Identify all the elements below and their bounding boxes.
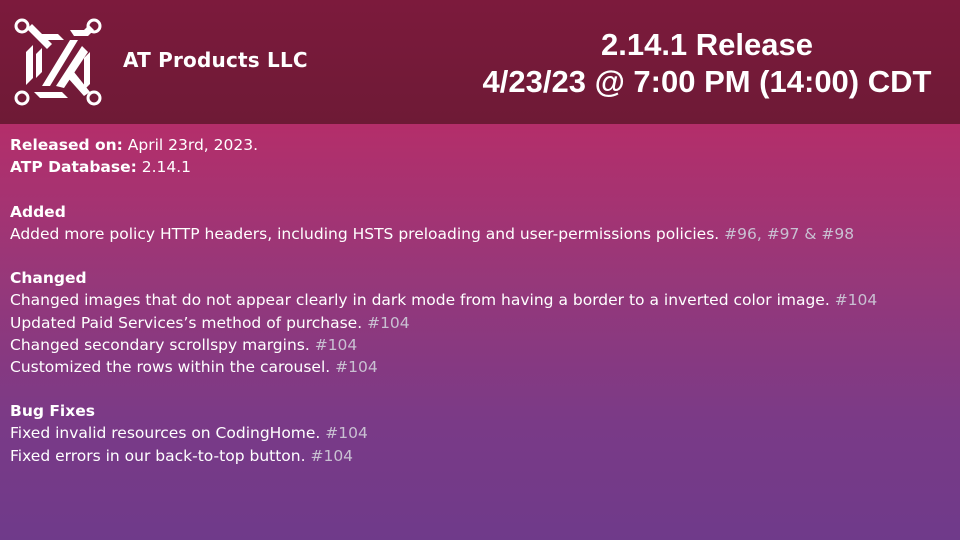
item-text: Fixed errors in our back-to-top button. (10, 446, 311, 465)
list-item: Customized the rows within the carousel.… (10, 356, 950, 378)
added-heading: Added (10, 202, 66, 221)
released-on-label: Released on: (10, 136, 123, 154)
at-products-logo-icon (14, 18, 102, 106)
release-title: 2.14.1 Release (600, 27, 813, 62)
item-text: Changed images that do not appear clearl… (10, 291, 835, 310)
issue-reference: #104 (325, 424, 368, 443)
header-banner: AT Products LLC 2.14.1 Release 4/23/23 @… (0, 0, 960, 124)
issue-reference: #104 (367, 313, 410, 332)
released-on-line: Released on: April 23rd, 2023. (10, 134, 950, 156)
database-version-line: ATP Database: 2.14.1 (10, 156, 950, 178)
item-text: Customized the rows within the carousel. (10, 357, 336, 376)
list-item: Updated Paid Services’s method of purcha… (10, 312, 950, 334)
issue-reference: #104 (314, 335, 358, 354)
release-notes-text: Released on: April 23rd, 2023. ATP Datab… (10, 134, 950, 467)
list-item: Fixed errors in our back-to-top button. … (10, 445, 950, 467)
company-name: AT Products LLC (123, 48, 308, 72)
database-version-value: 2.14.1 (136, 158, 192, 177)
list-item: Added more policy HTTP headers, includin… (10, 223, 950, 245)
issue-reference: #104 (310, 446, 354, 465)
item-text: Fixed invalid resources on CodingHome. (10, 424, 326, 443)
changed-heading: Changed (10, 269, 87, 288)
release-notes-body: Released on: April 23rd, 2023. ATP Datab… (0, 124, 960, 540)
issue-reference: #104 (834, 291, 878, 310)
item-text: Updated Paid Services’s method of purcha… (10, 313, 368, 332)
list-item: Changed secondary scrollspy margins. #10… (10, 334, 950, 356)
database-version-label: ATP Database: (10, 158, 137, 177)
bug-fixes-heading: Bug Fixes (10, 402, 95, 421)
issue-reference: #104 (335, 357, 378, 376)
list-item: Fixed invalid resources on CodingHome. #… (10, 422, 950, 444)
release-datetime: 4/23/23 @ 7:00 PM (14:00) CDT (482, 64, 932, 99)
list-item: Changed images that do not appear clearl… (10, 289, 950, 311)
item-text: Changed secondary scrollspy margins. (10, 335, 315, 354)
released-on-value: April 23rd, 2023. (122, 136, 259, 154)
item-text: Added more policy HTTP headers, includin… (10, 224, 725, 243)
issue-reference: #96, #97 & #98 (724, 224, 855, 243)
